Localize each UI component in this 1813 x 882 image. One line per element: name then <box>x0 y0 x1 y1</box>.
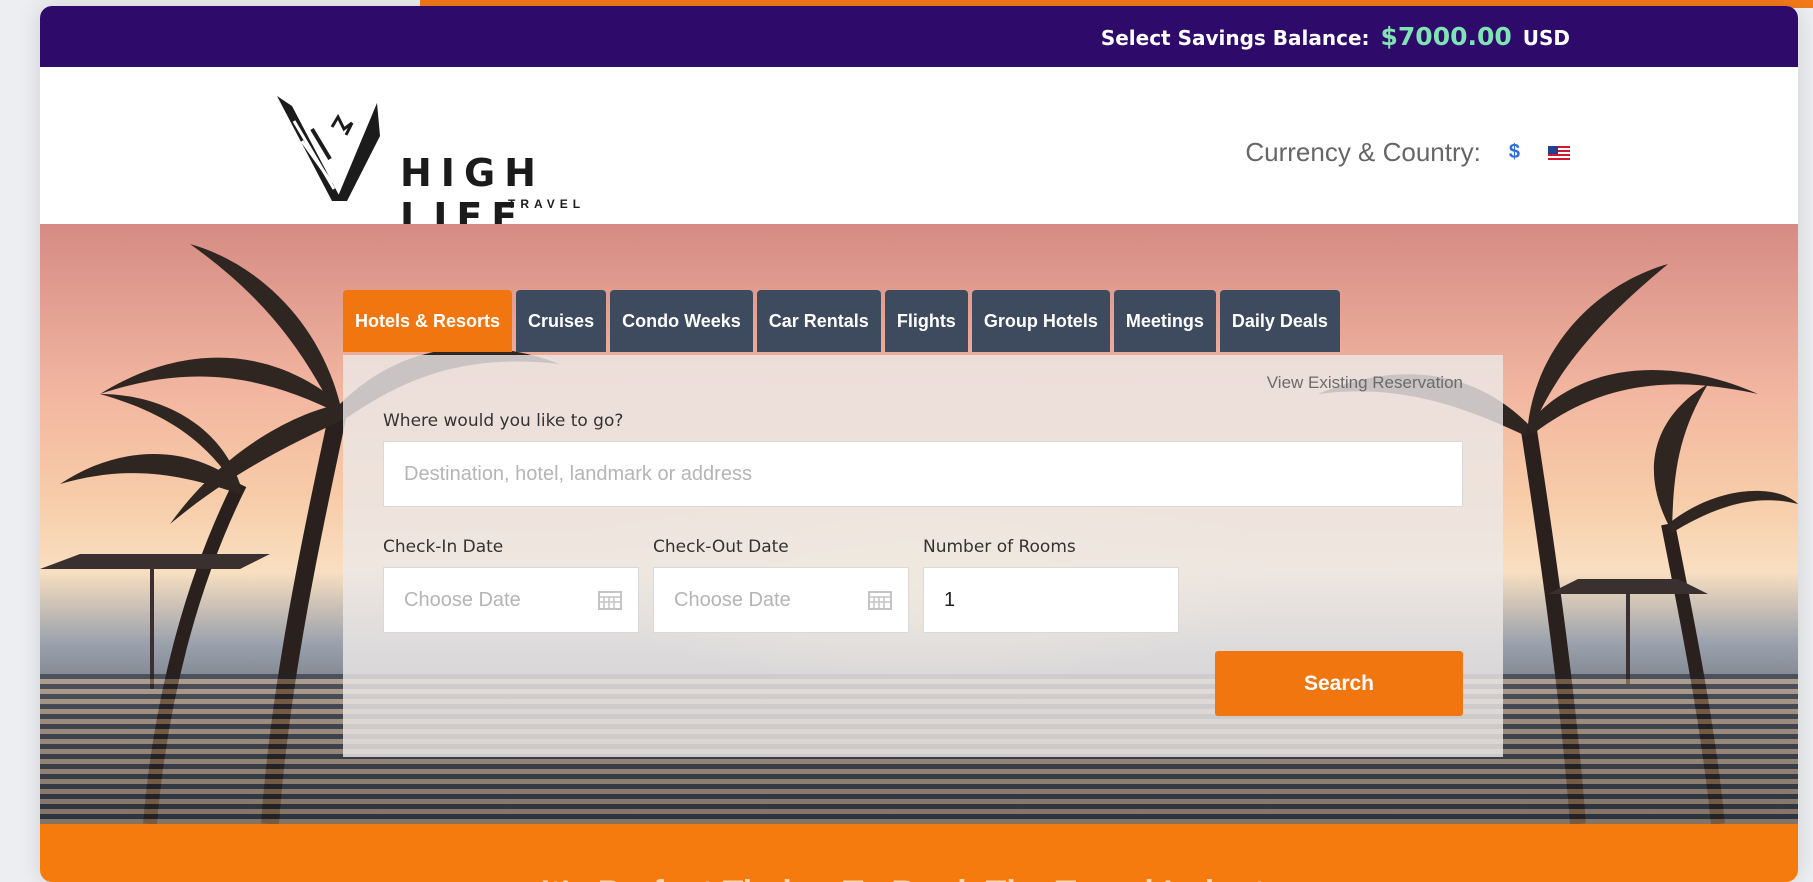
destination-label: Where would you like to go? <box>383 411 624 431</box>
calendar-icon[interactable] <box>598 590 622 610</box>
site-header: HIGH LIFE TRAVEL Currency & Country: $ <box>40 67 1798 239</box>
currency-label: Currency & Country: <box>1245 137 1481 167</box>
tab-hotels-resorts[interactable]: Hotels & Resorts <box>343 290 513 352</box>
tab-condo-weeks[interactable]: Condo Weeks <box>610 290 753 352</box>
currency-symbol[interactable]: $ <box>1509 141 1520 164</box>
promo-band: It's Perfect Timing To Book The Travel I… <box>40 824 1798 882</box>
checkout-date-input[interactable]: Choose Date <box>653 567 909 633</box>
checkin-placeholder: Choose Date <box>404 588 521 611</box>
tab-car-rentals[interactable]: Car Rentals <box>756 290 881 352</box>
view-existing-reservation-link[interactable]: View Existing Reservation <box>1267 373 1463 393</box>
search-button[interactable]: Search <box>1215 651 1463 716</box>
eagle-v-icon <box>277 96 380 201</box>
rooms-label: Number of Rooms <box>923 537 1076 557</box>
savings-balance-label: Select Savings Balance: <box>1100 26 1370 50</box>
currency-country-selector[interactable]: Currency & Country: $ <box>1245 137 1570 168</box>
tab-meetings[interactable]: Meetings <box>1113 290 1216 352</box>
destination-input[interactable]: Destination, hotel, landmark or address <box>383 441 1463 507</box>
checkout-placeholder: Choose Date <box>674 588 791 611</box>
booking-tabs: Hotels & Resorts Cruises Condo Weeks Car… <box>343 290 1340 352</box>
tab-flights[interactable]: Flights <box>884 290 968 352</box>
checkout-label: Check-Out Date <box>653 537 789 557</box>
savings-balance-currency: USD <box>1522 26 1570 50</box>
page-frame: Select Savings Balance: $7000.00 USD HIG… <box>40 6 1798 882</box>
us-flag-icon[interactable] <box>1548 145 1570 160</box>
tab-group-hotels[interactable]: Group Hotels <box>971 290 1110 352</box>
tab-cruises[interactable]: Cruises <box>516 290 607 352</box>
checkin-date-input[interactable]: Choose Date <box>383 567 639 633</box>
hotel-search-panel: View Existing Reservation Where would yo… <box>343 355 1503 757</box>
checkin-label: Check-In Date <box>383 537 504 557</box>
savings-balance-bar: Select Savings Balance: $7000.00 USD <box>40 6 1798 67</box>
hero-banner: Hotels & Resorts Cruises Condo Weeks Car… <box>40 224 1798 824</box>
calendar-icon[interactable] <box>868 590 892 610</box>
savings-balance: Select Savings Balance: $7000.00 USD <box>1101 22 1570 51</box>
rooms-input[interactable]: 1 <box>923 567 1179 633</box>
brand-subtitle: TRAVEL <box>508 197 586 211</box>
savings-balance-amount: $7000.00 <box>1380 22 1512 51</box>
tab-daily-deals[interactable]: Daily Deals <box>1219 290 1340 352</box>
logo[interactable]: HIGH LIFE TRAVEL <box>272 91 692 239</box>
promo-tagline: It's Perfect Timing To Book The Travel I… <box>40 874 1798 882</box>
